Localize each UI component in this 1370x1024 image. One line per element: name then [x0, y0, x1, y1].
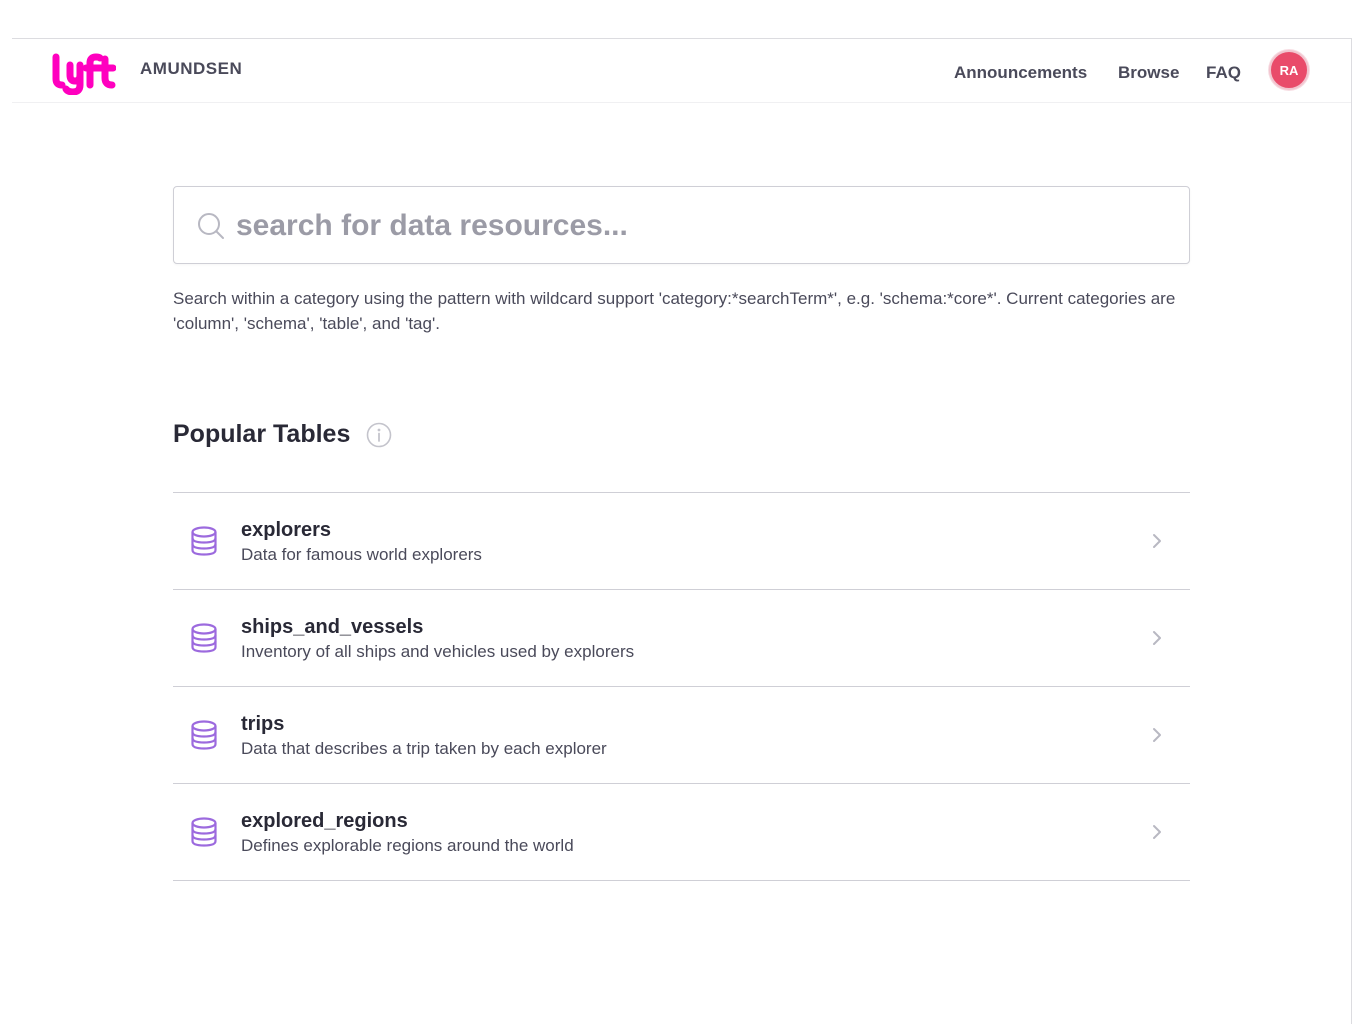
avatar-initials: RA [1279, 62, 1299, 78]
chevron-right-icon [1153, 534, 1161, 548]
table-description: Data that describes a trip taken by each… [241, 739, 607, 758]
popular-tables-list: explorers Data for famous world explorer… [173, 492, 1190, 881]
table-description: Data for famous world explorers [241, 545, 482, 564]
table-name: explored_regions [241, 810, 408, 832]
table-row-trips[interactable]: trips Data that describes a trip taken b… [173, 687, 1190, 784]
table-description: Defines explorable regions around the wo… [241, 836, 574, 855]
chevron-right-icon [1153, 631, 1161, 645]
info-icon[interactable] [366, 422, 392, 448]
lyft-logo-icon[interactable] [52, 51, 116, 95]
search-icon [198, 213, 224, 239]
popular-tables-title: Popular Tables [173, 420, 351, 448]
search-bar[interactable] [173, 186, 1190, 264]
database-icon [191, 623, 217, 653]
table-name: ships_and_vessels [241, 616, 424, 638]
table-name: trips [241, 713, 285, 735]
amundsen-home-page: AMUNDSEN Announcements Browse FAQ RA Sea… [0, 0, 1370, 1024]
brand-name: AMUNDSEN [140, 59, 243, 78]
table-row-explored-regions[interactable]: explored_regions Defines explorable regi… [173, 784, 1190, 881]
table-description: Inventory of all ships and vehicles used… [241, 642, 635, 661]
search-input[interactable] [236, 201, 1166, 251]
table-row-explorers[interactable]: explorers Data for famous world explorer… [173, 493, 1190, 590]
top-navbar: AMUNDSEN Announcements Browse FAQ RA [12, 39, 1351, 103]
database-icon [191, 720, 217, 750]
table-row-ships-and-vessels[interactable]: ships_and_vessels Inventory of all ships… [173, 590, 1190, 687]
search-help-text: Search within a category using the patte… [173, 289, 1176, 333]
window-right-border [1351, 38, 1352, 1024]
nav-browse-link[interactable]: Browse [1118, 63, 1179, 83]
nav-faq-link[interactable]: FAQ [1206, 63, 1241, 83]
nav-announcements-link[interactable]: Announcements [954, 63, 1087, 83]
table-name: explorers [241, 519, 332, 541]
user-avatar[interactable]: RA [1269, 50, 1309, 90]
database-icon [191, 526, 217, 556]
chevron-right-icon [1153, 728, 1161, 742]
database-icon [191, 817, 217, 847]
chevron-right-icon [1153, 825, 1161, 839]
